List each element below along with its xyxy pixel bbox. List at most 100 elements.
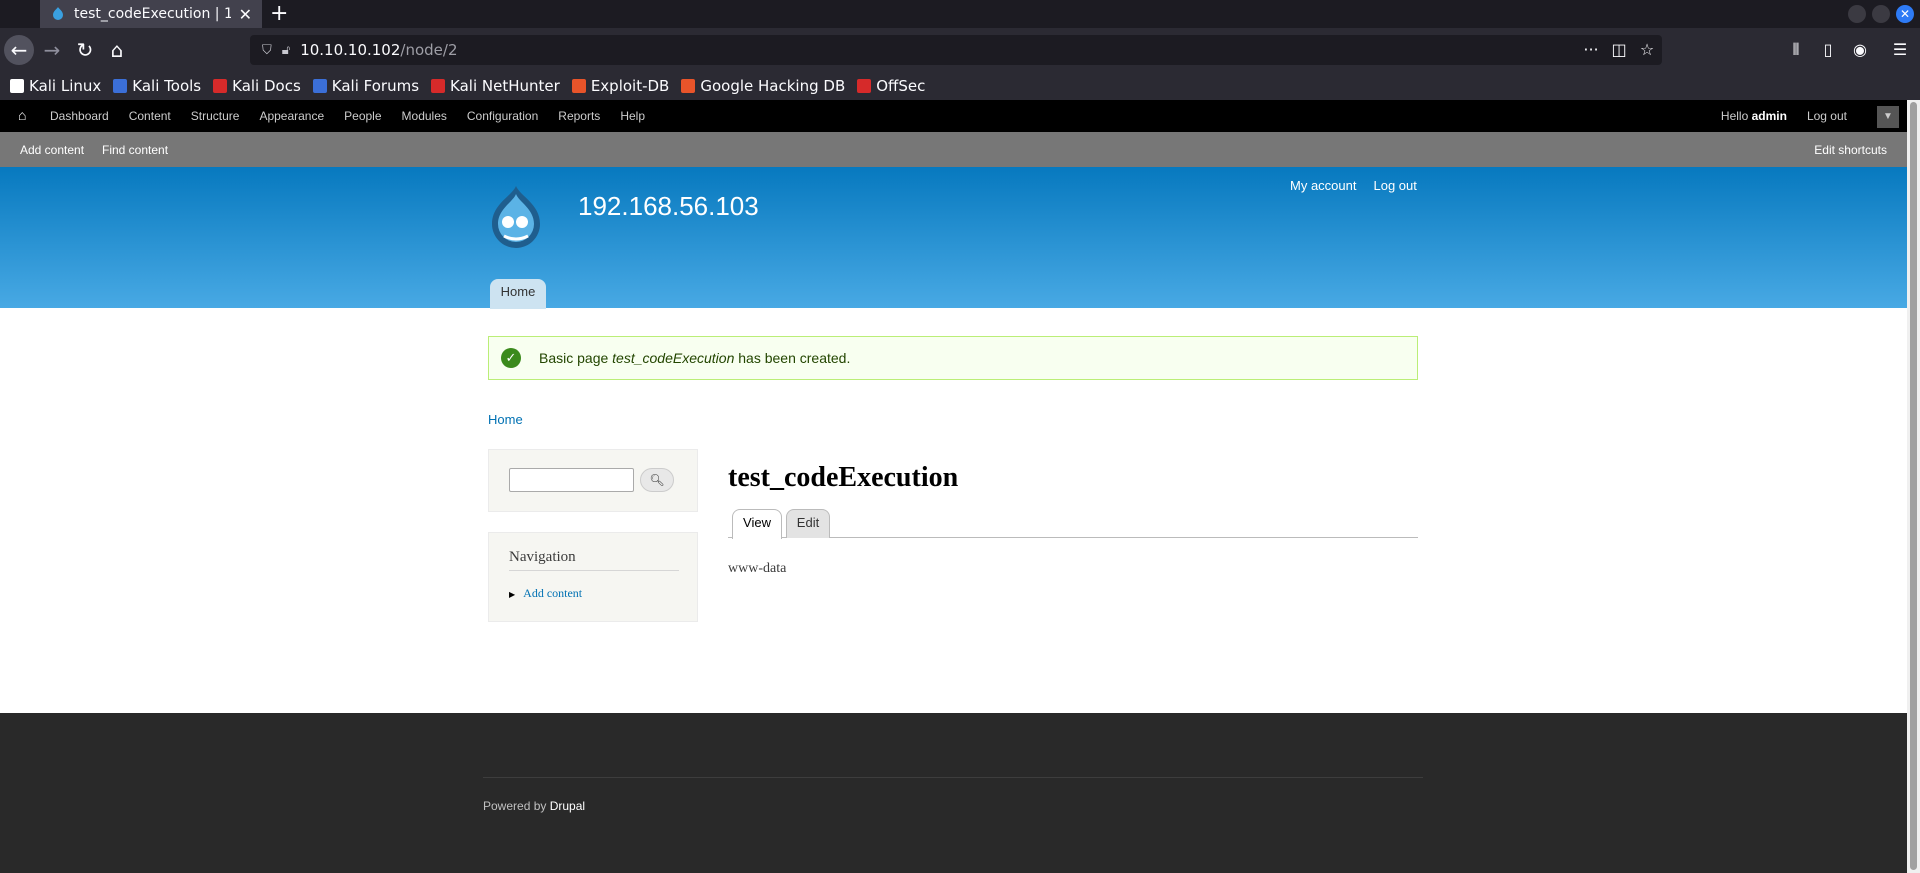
bookmark-item[interactable]: Kali Linux	[10, 77, 101, 95]
status-suffix: has been created.	[734, 350, 851, 366]
nav-item-add-content[interactable]: ▶ Add content	[509, 586, 582, 601]
url-host: 10.10.10.102	[300, 41, 401, 59]
shortcuts-bar: Add content Find content Edit shortcuts	[0, 132, 1907, 167]
hello-user: Hello admin	[1721, 109, 1787, 123]
bookmark-label: Kali NetHunter	[450, 77, 560, 95]
admin-menu-item[interactable]: Modules	[402, 109, 447, 123]
status-text: Basic page test_codeExecution has been c…	[539, 350, 850, 366]
account-icon[interactable]: ◉	[1846, 35, 1874, 65]
bookmarks-toolbar: Kali Linux Kali Tools Kali Docs Kali Forums…	[0, 72, 1920, 100]
page-actions-icon[interactable]: ···	[1578, 35, 1604, 65]
bookmark-item[interactable]: Kali Tools	[113, 77, 201, 95]
home-icon[interactable]: ⌂	[102, 35, 132, 65]
page-title: test_codeExecution	[728, 462, 959, 493]
close-window-button[interactable]: ✕	[1896, 5, 1914, 23]
reload-icon[interactable]: ↻	[70, 35, 100, 65]
nav-item-label[interactable]: Add content	[523, 586, 582, 600]
toolbar-user: Hello admin Log out	[1721, 100, 1847, 132]
home-icon[interactable]: ⌂	[18, 108, 33, 122]
my-account-link[interactable]: My account	[1290, 178, 1356, 193]
browser-tab[interactable]: test_codeExecution | 192 ✕	[40, 0, 262, 28]
url-bar[interactable]: ⛉ 🔓︎ 10.10.10.102/node/2	[250, 35, 1662, 65]
bookmark-label: Kali Docs	[232, 77, 301, 95]
admin-toolbar: ⌂ Dashboard Content Structure Appearance Peo…	[0, 100, 1907, 132]
pocket-icon[interactable]: ◫	[1606, 35, 1632, 65]
breadcrumb[interactable]: Home	[488, 412, 523, 427]
bookmark-label: Google Hacking DB	[700, 77, 846, 95]
drupal-favicon-icon	[53, 7, 63, 20]
header-logout-link[interactable]: Log out	[1373, 178, 1416, 193]
status-prefix: Basic page	[539, 350, 613, 366]
site-name[interactable]: 192.168.56.103	[578, 191, 759, 222]
bookmark-favicon-icon	[312, 79, 327, 93]
bookmark-label: Kali Forums	[331, 77, 420, 95]
scrollbar-thumb[interactable]	[1910, 102, 1917, 870]
insecure-lock-icon[interactable]: 🔓︎	[282, 43, 290, 58]
tracking-shield-icon[interactable]: ⛉	[262, 43, 272, 58]
bookmark-item[interactable]: Kali Forums	[312, 77, 420, 95]
status-node-title: test_codeExecution	[612, 350, 735, 366]
bookmark-label: Kali Linux	[29, 77, 102, 95]
bookmark-star-icon[interactable]: ☆	[1634, 35, 1660, 65]
admin-menu-item[interactable]: Help	[620, 109, 645, 123]
footer-divider	[483, 777, 1423, 778]
admin-menu-item[interactable]: Content	[129, 109, 171, 123]
scrollbar[interactable]	[1907, 100, 1920, 873]
admin-menu-item[interactable]: Configuration	[467, 109, 538, 123]
admin-menu-item[interactable]: Dashboard	[50, 109, 109, 123]
drupal-logo-icon[interactable]	[486, 184, 546, 252]
bookmark-item[interactable]: Kali NetHunter	[431, 77, 560, 95]
admin-menu: Dashboard Content Structure Appearance Peopl…	[50, 100, 665, 132]
maximize-window-button[interactable]	[1872, 5, 1890, 23]
navigation-title: Navigation	[509, 549, 679, 571]
bookmark-label: OffSec	[876, 77, 926, 95]
bookmark-favicon-icon	[10, 79, 24, 93]
browser-nav-bar: ← → ↻ ⌂ ⛉ 🔓︎ 10.10.10.102/node/2 ··· ◫ ☆…	[0, 28, 1920, 72]
bookmark-item[interactable]: Google Hacking DB	[681, 77, 845, 95]
back-arrow-icon[interactable]: ←	[4, 35, 34, 65]
toolbar-drawer-toggle[interactable]: ▼	[1877, 106, 1899, 128]
bookmark-item[interactable]: OffSec	[857, 77, 925, 95]
toolbar-logout-link[interactable]: Log out	[1807, 109, 1847, 123]
admin-menu-item[interactable]: Structure	[191, 109, 240, 123]
bookmark-favicon-icon	[681, 79, 696, 93]
drupal-link[interactable]: Drupal	[550, 799, 585, 813]
search-block: 🔍︎	[488, 449, 698, 512]
tab-title: test_codeExecution | 192	[74, 6, 231, 22]
minimize-window-button[interactable]	[1848, 5, 1866, 23]
hamburger-menu-icon[interactable]: ☰	[1886, 35, 1914, 65]
site-header: 192.168.56.103 My account Log out Home	[0, 167, 1907, 309]
bookmark-item[interactable]: Kali Docs	[213, 77, 301, 95]
bookmark-item[interactable]: Exploit-DB	[571, 77, 669, 95]
bookmark-favicon-icon	[857, 79, 872, 93]
new-tab-icon[interactable]: +	[270, 2, 288, 26]
bookmark-favicon-icon	[431, 79, 446, 93]
powered-by: Powered by Drupal	[483, 799, 585, 813]
search-icon[interactable]: 🔍︎	[640, 468, 674, 492]
tab-view[interactable]: View	[732, 509, 782, 539]
hello-label: Hello	[1720, 109, 1749, 123]
node-tabs: View Edit	[728, 509, 1418, 539]
browser-tab-bar: test_codeExecution | 192 ✕ + ✕	[0, 0, 1920, 28]
shortcut-add-content[interactable]: Add content	[20, 143, 84, 157]
admin-menu-item[interactable]: Appearance	[259, 109, 324, 123]
node-body: www-data	[728, 561, 787, 576]
shortcut-find-content[interactable]: Find content	[102, 143, 168, 157]
sidebar-icon[interactable]: ▯	[1814, 35, 1842, 65]
username[interactable]: admin	[1752, 109, 1787, 123]
bookmark-favicon-icon	[571, 79, 586, 93]
library-icon[interactable]: ⫴	[1782, 35, 1810, 65]
forward-arrow-icon[interactable]: →	[37, 35, 67, 65]
search-input[interactable]	[509, 468, 634, 492]
navigation-block: Navigation ▶ Add content	[488, 532, 698, 622]
admin-menu-item[interactable]: Reports	[558, 109, 600, 123]
main-menu-home-tab[interactable]: Home	[490, 279, 546, 309]
close-tab-icon[interactable]: ✕	[239, 5, 252, 24]
edit-shortcuts-link[interactable]: Edit shortcuts	[1814, 143, 1887, 157]
admin-menu-item[interactable]: People	[344, 109, 381, 123]
bookmark-label: Kali Tools	[132, 77, 202, 95]
web-page: ⌂ Dashboard Content Structure Appearance Peo…	[0, 100, 1907, 873]
url-path: /node/2	[400, 41, 458, 59]
tab-edit[interactable]: Edit	[786, 509, 830, 538]
bullet-arrow-icon: ▶	[509, 590, 516, 599]
